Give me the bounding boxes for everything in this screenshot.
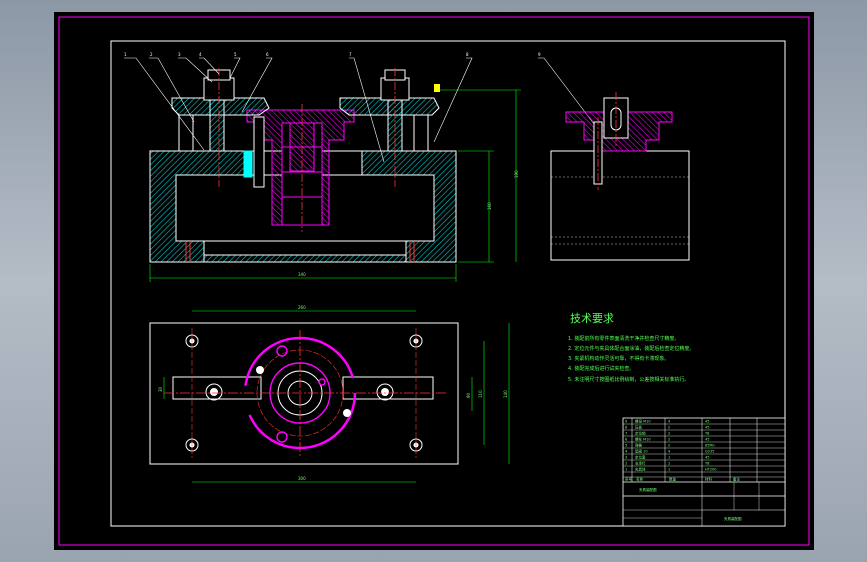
leader-5: 5	[234, 52, 237, 57]
leader-3: 3	[178, 52, 181, 57]
tb-row-7-material: 45	[705, 456, 709, 460]
tb-row-1-name: 螺母 M10	[635, 419, 651, 424]
title-block: 9 螺母 M10 4 458 压板 2 457 定位销 2 T86 螺柱 M10 2 455 弹簧 2 65M…	[622, 417, 786, 527]
tb-header-name: 名称	[636, 477, 644, 482]
tb-row-4-material: 45	[705, 438, 709, 442]
leader-1: 1	[124, 52, 127, 57]
tb-row-3-name: 定位销	[635, 431, 646, 436]
tb-row-5-qty: 2	[668, 444, 670, 448]
tb-row-1-no: 9	[625, 420, 627, 424]
tb-row-8-material: T8	[704, 462, 709, 466]
tb-drawing-name: 夹具装配图	[724, 516, 742, 521]
tb-row-3-no: 7	[625, 432, 627, 436]
tb-row-1-material: 45	[705, 420, 709, 424]
tb-row-3-qty: 2	[668, 432, 670, 436]
tb-row-9-material: HT200	[705, 468, 716, 472]
tb-row-7-qty: 1	[668, 456, 670, 460]
tech-requirements: 技术要求 1. 装配前所有零件表面清洗干净并检查尺寸精度。 2. 定位元件与夹具…	[568, 312, 694, 383]
dim-front-width: 340	[298, 272, 306, 277]
tech-item-5: 5. 未注明尺寸按图纸比例绘制，公差按相关标准执行。	[568, 376, 689, 383]
leader-8: 8	[466, 52, 469, 57]
tb-row-6-name: 垫圈 10	[635, 449, 648, 454]
tb-row-5-material: 65Mn	[705, 444, 715, 448]
cad-viewport[interactable]: 340 160 190 1 2 3 4 5 6 7 8 9 260 300 30…	[54, 12, 814, 550]
dim-plan-right-2: 110	[478, 390, 483, 398]
tech-item-3: 3. 夹紧机构动作灵活可靠，不得有卡滞现象。	[568, 355, 669, 362]
tb-row-2-name: 压板	[635, 425, 643, 430]
tb-row-2-no: 8	[625, 426, 627, 430]
tech-item-1: 1. 装配前所有零件表面清洗干净并检查尺寸精度。	[568, 335, 679, 342]
tb-row-7-no: 3	[625, 456, 627, 460]
tb-row-9-qty: 1	[668, 468, 670, 472]
tb-row-4-no: 6	[625, 438, 627, 442]
dim-plan-right-1: 90	[466, 392, 471, 398]
tb-row-7-name: 定位套	[635, 455, 646, 460]
tb-header-material: 材料	[705, 477, 713, 482]
leader-4: 4	[199, 52, 202, 57]
dim-front-height-2: 190	[514, 170, 519, 178]
tb-row-3-material: T8	[704, 432, 709, 436]
leader-9: 9	[538, 52, 541, 57]
tb-row-8-no: 2	[625, 462, 627, 466]
tb-row-2-qty: 2	[668, 426, 670, 430]
dim-plan-left: 30	[158, 386, 163, 392]
dim-plan-right-3: 140	[503, 390, 508, 398]
leader-2: 2	[150, 52, 153, 57]
leader-6: 6	[266, 52, 269, 57]
front-view: 340 160 190 1 2 3 4 5 6 7 8 9	[124, 52, 595, 282]
tb-row-5-name: 弹簧	[635, 443, 643, 448]
tb-row-4-qty: 2	[668, 438, 670, 442]
tb-drawing-name-upper: 夹具装配图	[639, 487, 657, 492]
tb-row-2-material: 45	[705, 426, 709, 430]
tech-item-4: 4. 装配完成后进行试夹检查。	[568, 365, 634, 372]
drawing-canvas: 340 160 190 1 2 3 4 5 6 7 8 9 260 300 30…	[58, 16, 810, 546]
side-view	[550, 92, 690, 261]
dim-plan-top: 260	[298, 305, 306, 310]
plan-view: 260 300 30 90 110 140	[149, 305, 510, 483]
tb-row-8-qty: 2	[668, 462, 670, 466]
leader-7: 7	[349, 52, 352, 57]
tech-requirements-title: 技术要求	[570, 312, 614, 325]
tb-row-5-no: 5	[625, 444, 627, 448]
tb-header-note: 备注	[733, 477, 741, 482]
dim-front-height: 160	[487, 202, 492, 210]
tb-row-4-name: 螺柱 M10	[635, 437, 651, 442]
tb-row-9-no: 1	[625, 468, 627, 472]
tb-header-qty: 数量	[669, 477, 677, 482]
tb-header-no: 序号	[625, 477, 633, 482]
tb-row-8-name: 支承钉	[635, 461, 646, 466]
tb-row-6-material: Q235	[705, 450, 714, 454]
tb-row-9-name: 夹具体	[635, 467, 646, 472]
tech-item-2: 2. 定位元件与夹具体配合面涂油，装配后检查定位精度。	[568, 345, 694, 352]
dim-plan-bottom: 300	[298, 476, 306, 481]
